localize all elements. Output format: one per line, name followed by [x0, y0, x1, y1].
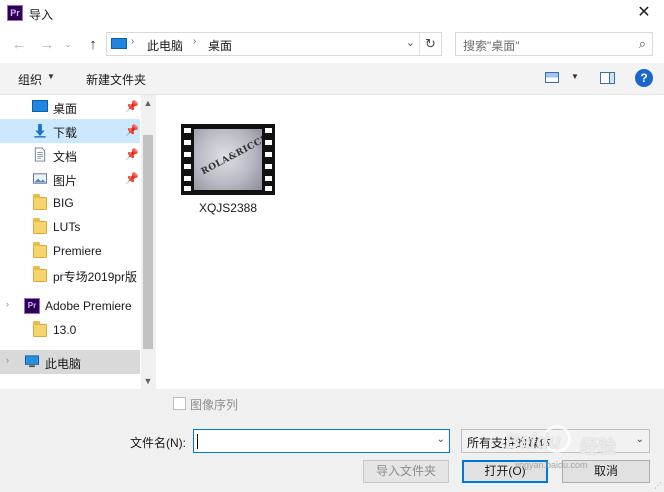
folder-icon — [33, 321, 47, 337]
sidebar-item-label: 13.0 — [53, 323, 77, 337]
sidebar-item-label: 桌面 — [53, 102, 78, 116]
breadcrumb-separator-icon[interactable]: › — [193, 36, 196, 47]
navigation-pane: 桌面 📌 下载 📌 文档 📌 图片 📌 BIG LUTs Premiere pr… — [0, 95, 155, 389]
address-bar[interactable]: › 此电脑 › 桌面 ⌄ ↻ — [106, 32, 442, 56]
organize-button[interactable]: 组织 — [18, 71, 42, 88]
download-icon — [34, 123, 46, 138]
refresh-icon: ↻ — [425, 36, 436, 51]
close-button[interactable]: ✕ — [624, 0, 664, 27]
file-item-video[interactable]: ROLA&RICCI XQJS2388 — [178, 122, 278, 222]
scroll-down-arrow-icon[interactable]: ▼ — [141, 376, 155, 386]
folder-icon — [33, 266, 47, 282]
breadcrumb-this-pc[interactable]: 此电脑 — [147, 37, 183, 54]
sidebar-item-label: 图片 — [53, 174, 78, 188]
file-type-dropdown-chevron-icon[interactable]: ⌄ — [636, 434, 644, 445]
video-thumbnail: ROLA&RICCI — [181, 124, 275, 195]
sidebar-item-desktop[interactable]: 桌面 📌 — [0, 95, 140, 119]
file-list-area[interactable]: ROLA&RICCI XQJS2388 — [155, 95, 664, 389]
sidebar-item-folder-luts[interactable]: LUTs — [0, 215, 140, 239]
scroll-up-arrow-icon[interactable]: ▲ — [141, 98, 155, 108]
picture-icon — [32, 173, 48, 184]
resize-grip-icon[interactable]: ⋰ — [654, 481, 662, 490]
breadcrumb-desktop[interactable]: 桌面 — [208, 37, 232, 54]
sidebar-item-this-pc[interactable]: › 此电脑 — [0, 350, 140, 374]
sidebar-item-folder-pr2019[interactable]: pr专场2019pr版 — [0, 263, 140, 287]
refresh-button[interactable]: ↻ — [419, 33, 441, 55]
sidebar-item-label: BIG — [53, 196, 74, 210]
image-sequence-label: 图像序列 — [190, 398, 239, 412]
premiere-icon: Pr — [24, 298, 40, 314]
sidebar-item-adobe-premiere[interactable]: › Pr Adobe Premiere — [0, 294, 140, 318]
desktop-icon — [32, 100, 48, 112]
pin-icon[interactable]: 📌 — [125, 172, 139, 185]
filename-label: 文件名(N): — [130, 436, 186, 450]
dialog-footer: 图像序列 文件名(N): ⌄ 所有支持的媒体 ⌄ 导入文件夹 打开(O) 取消 … — [0, 389, 664, 492]
pin-icon[interactable]: 📌 — [125, 124, 139, 137]
sidebar-item-pictures[interactable]: 图片 📌 — [0, 167, 140, 191]
sidebar-item-label: Premiere — [53, 244, 102, 258]
sidebar-item-label: 文档 — [53, 150, 78, 164]
view-options-caret-icon[interactable]: ▼ — [571, 72, 579, 81]
filename-input[interactable]: ⌄ — [193, 429, 450, 453]
sidebar-item-label: 下载 — [53, 126, 78, 140]
open-button[interactable]: 打开(O) — [462, 460, 548, 483]
forward-arrow-icon[interactable]: → — [38, 36, 56, 54]
new-folder-button[interactable]: 新建文件夹 — [86, 71, 146, 88]
pin-icon[interactable]: 📌 — [125, 100, 139, 113]
expand-chevron-icon[interactable]: › — [6, 355, 9, 365]
sidebar-item-label: Adobe Premiere — [45, 299, 132, 313]
breadcrumb-separator-icon[interactable]: › — [131, 36, 134, 47]
up-arrow-icon[interactable]: ↑ — [84, 36, 102, 54]
computer-icon — [24, 355, 40, 368]
close-icon: ✕ — [637, 4, 651, 21]
search-placeholder: 搜索"桌面" — [463, 39, 520, 53]
help-icon[interactable]: ? — [635, 69, 653, 87]
file-type-value: 所有支持的媒体 — [467, 436, 552, 450]
monitor-icon — [111, 38, 127, 49]
change-view-icon[interactable] — [545, 72, 559, 83]
image-sequence-checkbox[interactable] — [173, 397, 186, 410]
sidebar-scrollbar[interactable]: ▲ ▼ — [141, 95, 155, 389]
folder-icon — [33, 218, 47, 234]
expand-chevron-icon[interactable]: › — [6, 299, 9, 309]
cancel-button[interactable]: 取消 — [562, 460, 650, 483]
folder-icon — [33, 242, 47, 258]
pin-icon[interactable]: 📌 — [125, 148, 139, 161]
address-dropdown-chevron-icon[interactable]: ⌄ — [406, 36, 415, 49]
premiere-app-icon: Pr — [7, 5, 23, 21]
sidebar-item-folder-13[interactable]: 13.0 — [0, 318, 140, 342]
text-caret — [197, 434, 198, 449]
window-title: 导入 — [29, 8, 54, 22]
sidebar-item-folder-big[interactable]: BIG — [0, 191, 140, 215]
sidebar-item-folder-premiere[interactable]: Premiere — [0, 239, 140, 263]
file-type-select[interactable]: 所有支持的媒体 ⌄ — [461, 429, 650, 453]
folder-icon — [33, 194, 47, 210]
scrollbar-thumb[interactable] — [143, 135, 153, 349]
title-bar: Pr 导入 ✕ — [0, 0, 664, 27]
import-folder-button[interactable]: 导入文件夹 — [363, 460, 449, 483]
preview-pane-icon[interactable] — [600, 72, 615, 84]
sidebar-item-downloads[interactable]: 下载 📌 — [0, 119, 140, 143]
sidebar-item-documents[interactable]: 文档 📌 — [0, 143, 140, 167]
sidebar-item-label: 此电脑 — [45, 357, 82, 371]
organize-caret-icon[interactable]: ▼ — [47, 72, 55, 81]
filename-dropdown-chevron-icon[interactable]: ⌄ — [437, 434, 445, 445]
video-frame: ROLA&RICCI — [194, 129, 262, 190]
search-input[interactable]: 搜索"桌面" ⌕ — [455, 32, 653, 56]
recent-locations-chevron-icon[interactable]: ⌄ — [62, 36, 74, 54]
document-icon — [34, 147, 46, 162]
sidebar-item-label: pr专场2019pr版 — [53, 270, 138, 284]
command-toolbar: 组织 ▼ 新建文件夹 ▼ ? — [0, 63, 664, 95]
back-arrow-icon[interactable]: ← — [10, 36, 28, 54]
file-name-label: XQJS2388 — [198, 201, 258, 215]
search-icon[interactable]: ⌕ — [639, 36, 646, 52]
sidebar-item-label: LUTs — [53, 220, 81, 234]
thumbnail-logo-text: ROLA&RICCI — [199, 134, 262, 178]
